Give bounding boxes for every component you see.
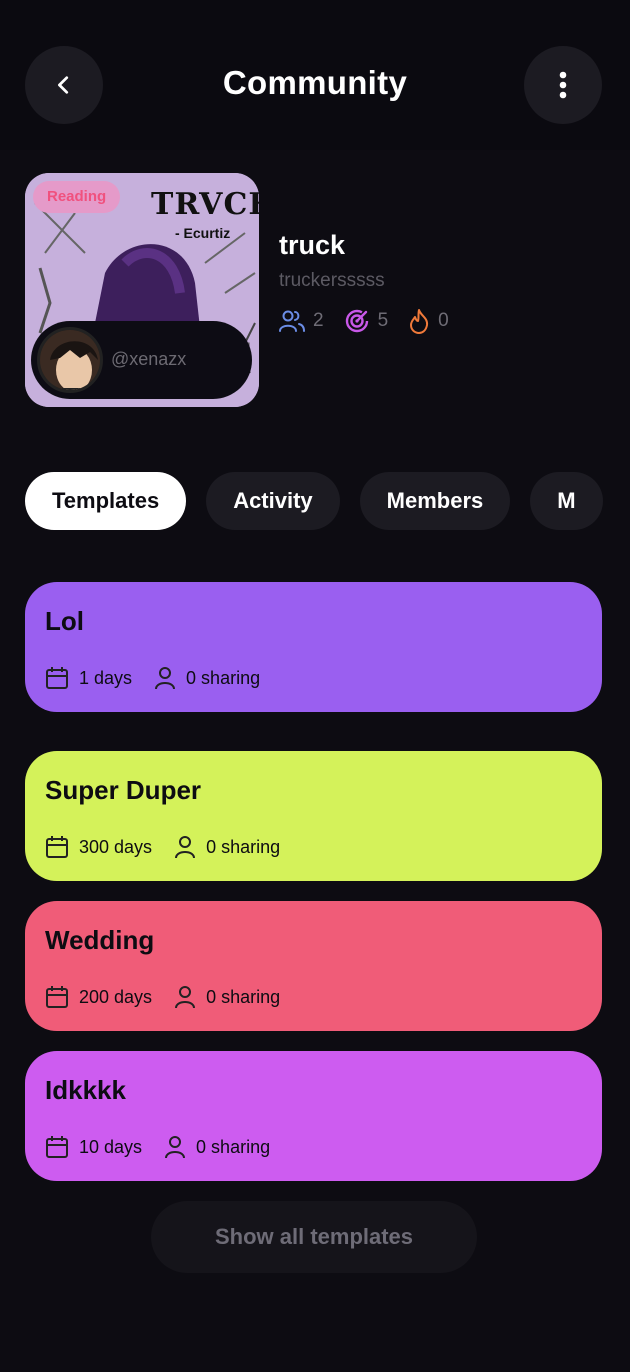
flame-icon [410,309,429,334]
template-sharing: 0 sharing [186,667,261,688]
template-card[interactable]: Super Duper 300 days 0 sharing [25,751,602,881]
template-card[interactable]: Lol 1 days 0 sharing [25,582,602,712]
tab-more[interactable]: M [530,472,603,530]
duration-meta: 300 days [45,835,152,859]
calendar-icon [46,836,68,858]
calendar-icon [46,1136,68,1158]
more-options-button[interactable] [524,46,602,124]
progress-count: 5 [377,310,389,331]
template-title: Wedding [45,925,155,955]
members-stat: 2 [279,309,324,333]
cover-subtitle-art: - Ecurtiz [175,225,231,241]
users-icon [279,310,305,332]
template-meta: 300 days 0 sharing [45,835,302,859]
duration-meta: 1 days [45,666,132,690]
template-sharing: 0 sharing [206,986,281,1007]
sharing-meta: 0 sharing [154,666,260,690]
template-title: Lol [45,606,84,636]
template-duration: 200 days [79,986,153,1007]
duration-meta: 10 days [45,1135,142,1159]
sharing-meta: 0 sharing [164,1135,270,1159]
template-card[interactable]: Wedding 200 days 0 sharing [25,901,602,1031]
template-meta: 10 days 0 sharing [45,1135,292,1159]
template-duration: 10 days [79,1136,143,1157]
template-title: Idkkkk [45,1075,126,1105]
owner-handle: @xenazx [111,349,187,369]
template-duration: 1 days [79,667,133,688]
section-tabs: Templates Activity Members M [25,472,623,530]
community-name: truck [279,230,346,260]
owner-avatar [37,327,103,393]
sharing-meta: 0 sharing [174,985,280,1009]
template-sharing: 0 sharing [206,836,281,857]
template-card[interactable]: Idkkkk 10 days 0 sharing [25,1051,602,1181]
user-icon [165,1136,186,1159]
template-duration: 300 days [79,836,153,857]
owner-chip[interactable]: @xenazx [31,321,252,399]
duration-meta: 200 days [45,985,152,1009]
community-cover-image: Reading TRVCK - Ecurtiz @xenazx [25,173,259,407]
top-bar: Community [0,0,630,150]
template-title: Super Duper [45,775,202,805]
user-icon [175,986,196,1009]
avatar-portrait [40,330,100,390]
user-icon [155,667,176,690]
sharing-meta: 0 sharing [174,835,280,859]
template-meta: 1 days 0 sharing [45,666,282,690]
calendar-icon [46,986,68,1008]
members-count: 2 [313,310,324,331]
template-meta: 200 days 0 sharing [45,985,302,1009]
template-sharing: 0 sharing [196,1136,271,1157]
target-icon [345,309,368,333]
community-stats: 2 5 0 [279,308,469,334]
progress-stat: 5 [344,308,389,334]
reading-badge: Reading [33,181,121,213]
calendar-icon [46,667,68,689]
cover-title-art: TRVCK [151,187,259,222]
streak-stat: 0 [408,308,449,334]
more-vertical-icon [559,71,567,99]
tab-activity[interactable]: Activity [206,472,340,530]
streak-count: 0 [438,310,449,331]
show-all-templates-button[interactable]: Show all templates [151,1201,477,1273]
user-icon [175,836,196,859]
tab-members[interactable]: Members [359,472,511,530]
community-handle: truckersssss [279,270,385,291]
tab-templates[interactable]: Templates [25,472,187,530]
